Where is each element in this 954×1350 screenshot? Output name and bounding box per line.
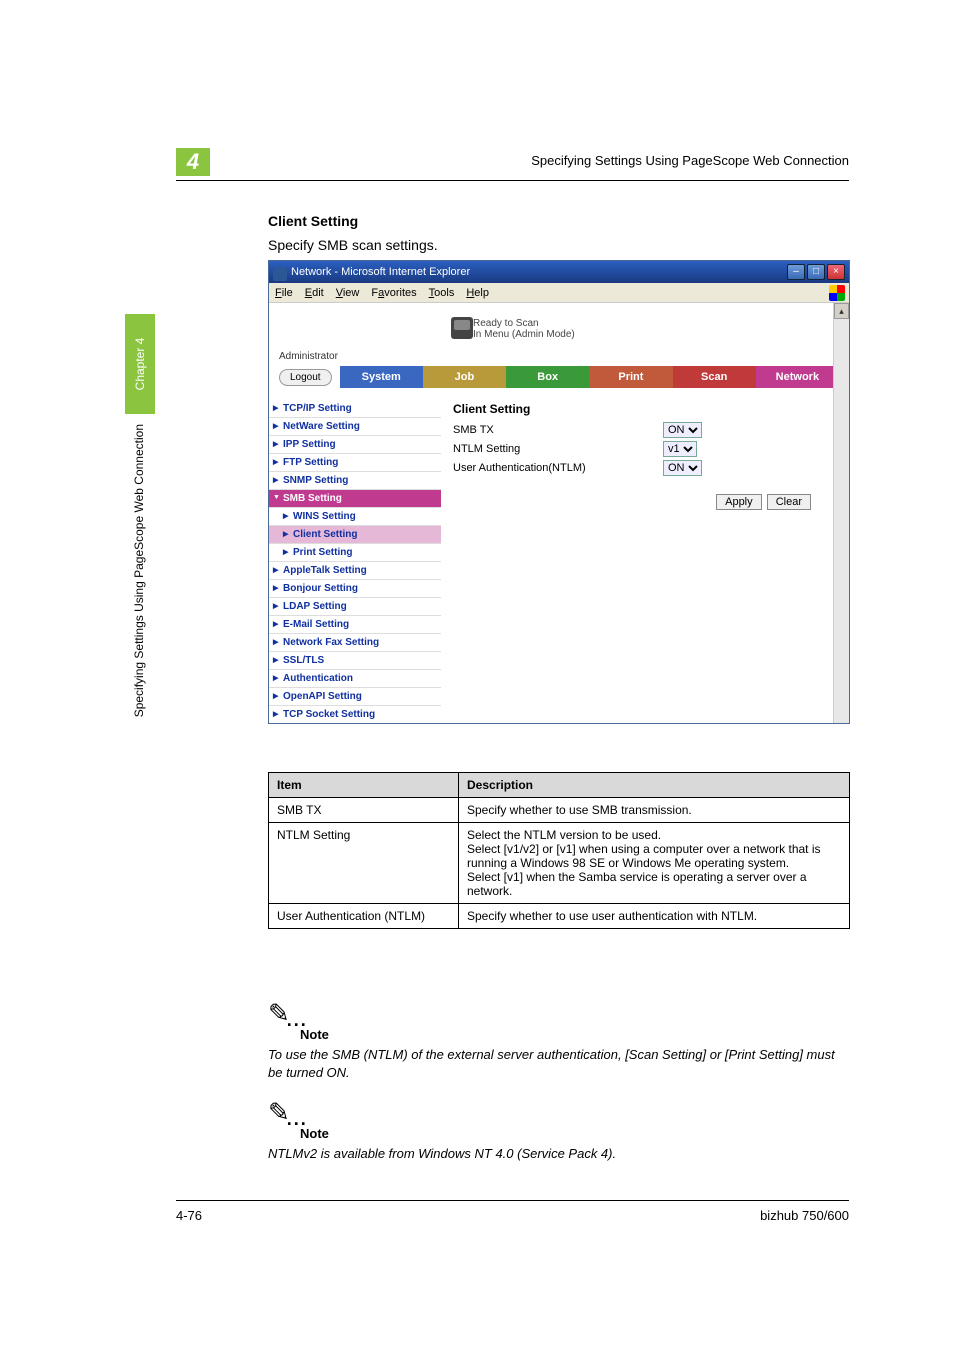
- th-desc: Description: [459, 773, 850, 798]
- sidebar-item-openapi[interactable]: OpenAPI Setting: [269, 688, 441, 706]
- close-button[interactable]: ×: [827, 264, 845, 280]
- tab-system[interactable]: System: [340, 366, 423, 388]
- sidebar-item-snmp[interactable]: SNMP Setting: [269, 472, 441, 490]
- clear-button[interactable]: Clear: [767, 494, 811, 510]
- sidebar-item-wins[interactable]: WINS Setting: [269, 508, 441, 526]
- section-title: Client Setting: [268, 213, 358, 229]
- chapter-number-box: 4: [176, 148, 210, 176]
- td-desc: Specify whether to use SMB transmission.: [459, 798, 850, 823]
- body-row: TCP/IP Setting NetWare Setting IPP Setti…: [269, 394, 833, 723]
- browser-window-title: Network - Microsoft Internet Explorer: [273, 266, 787, 278]
- td-item: NTLM Setting: [269, 823, 459, 904]
- header-title: Specifying Settings Using PageScope Web …: [531, 153, 849, 168]
- menu-tools[interactable]: Tools: [429, 287, 455, 299]
- sidebar-item-auth[interactable]: Authentication: [269, 670, 441, 688]
- side-chapter-tab: Chapter 4: [125, 314, 155, 414]
- table-row: SMB TX Specify whether to use SMB transm…: [269, 798, 850, 823]
- td-desc: Select the NTLM version to be used. Sele…: [459, 823, 850, 904]
- sidebar-item-ftp[interactable]: FTP Setting: [269, 454, 441, 472]
- button-row: Apply Clear: [453, 494, 821, 510]
- apply-button[interactable]: Apply: [716, 494, 762, 510]
- note-label: Note: [300, 1027, 850, 1042]
- note-label: Note: [300, 1126, 850, 1141]
- form-row-userauth: User Authentication(NTLM) ON: [453, 460, 821, 476]
- tab-box[interactable]: Box: [506, 366, 589, 388]
- logout-button[interactable]: Logout: [279, 369, 332, 386]
- label-ntlm: NTLM Setting: [453, 443, 663, 455]
- form-row-smbtx: SMB TX ON: [453, 422, 821, 438]
- sidebar-item-netware[interactable]: NetWare Setting: [269, 418, 441, 436]
- table-row: NTLM Setting Select the NTLM version to …: [269, 823, 850, 904]
- note-block-1: ✎... Note To use the SMB (NTLM) of the e…: [268, 999, 850, 1081]
- select-smbtx[interactable]: ON: [663, 422, 702, 438]
- form-row-ntlm: NTLM Setting v1: [453, 441, 821, 457]
- menu-edit[interactable]: Edit: [305, 287, 324, 299]
- side-section-label: Specifying Settings Using PageScope Web …: [132, 424, 146, 717]
- window-controls: – □ ×: [787, 264, 845, 280]
- description-table: Item Description SMB TX Specify whether …: [268, 772, 850, 929]
- logout-row: Logout System Job Box Print Scan Network: [269, 366, 849, 394]
- note-block-2: ✎... Note NTLMv2 is available from Windo…: [268, 1098, 850, 1163]
- label-userauth: User Authentication(NTLM): [453, 462, 663, 474]
- main-pane: Client Setting SMB TX ON NTLM Setting v1…: [441, 394, 833, 723]
- sidebar-item-appletalk[interactable]: AppleTalk Setting: [269, 562, 441, 580]
- sidebar-item-ldap[interactable]: LDAP Setting: [269, 598, 441, 616]
- menu-favorites[interactable]: Favorites: [371, 287, 416, 299]
- main-tabs: System Job Box Print Scan Network: [340, 366, 839, 388]
- browser-titlebar: Network - Microsoft Internet Explorer – …: [269, 261, 849, 283]
- sidebar-item-printsetting[interactable]: Print Setting: [269, 544, 441, 562]
- sidebar-item-tcpsocket[interactable]: TCP Socket Setting: [269, 706, 441, 723]
- side-chapter-label: Chapter 4: [133, 338, 147, 391]
- footer-rule: [176, 1200, 849, 1201]
- note-body-2: NTLMv2 is available from Windows NT 4.0 …: [268, 1145, 850, 1163]
- side-strip: Chapter 4 Specifying Settings Using Page…: [125, 314, 155, 1084]
- form-heading: Client Setting: [453, 402, 821, 416]
- windows-flag-icon: [829, 285, 845, 301]
- sidebar-item-email[interactable]: E-Mail Setting: [269, 616, 441, 634]
- device-icon: [451, 317, 473, 339]
- sidebar: TCP/IP Setting NetWare Setting IPP Setti…: [269, 394, 441, 723]
- maximize-button[interactable]: □: [807, 264, 825, 280]
- table-row: User Authentication (NTLM) Specify wheth…: [269, 904, 850, 929]
- banner-line1: Ready to Scan: [473, 318, 575, 329]
- th-item: Item: [269, 773, 459, 798]
- table-header-row: Item Description: [269, 773, 850, 798]
- label-smbtx: SMB TX: [453, 424, 663, 436]
- browser-window: Network - Microsoft Internet Explorer – …: [268, 260, 850, 724]
- tab-job[interactable]: Job: [423, 366, 506, 388]
- footer-page-number: 4-76: [176, 1208, 202, 1223]
- td-desc: Specify whether to use user authenticati…: [459, 904, 850, 929]
- footer-model: bizhub 750/600: [760, 1208, 849, 1223]
- minimize-button[interactable]: –: [787, 264, 805, 280]
- sidebar-item-client[interactable]: Client Setting: [269, 526, 441, 544]
- sidebar-item-bonjour[interactable]: Bonjour Setting: [269, 580, 441, 598]
- tab-scan[interactable]: Scan: [673, 366, 756, 388]
- browser-content: ▴ Ready to Scan In Menu (Admin Mode) Adm…: [269, 303, 849, 723]
- tab-network[interactable]: Network: [756, 366, 839, 388]
- status-banner: Ready to Scan In Menu (Admin Mode): [269, 303, 849, 355]
- select-userauth[interactable]: ON: [663, 460, 702, 476]
- note-body-1: To use the SMB (NTLM) of the external se…: [268, 1046, 850, 1081]
- select-ntlm[interactable]: v1: [663, 441, 697, 457]
- tab-print[interactable]: Print: [589, 366, 672, 388]
- browser-menubar: File Edit View Favorites Tools Help: [269, 283, 849, 303]
- section-subtitle: Specify SMB scan settings.: [268, 237, 438, 253]
- menu-help[interactable]: Help: [466, 287, 489, 299]
- sidebar-item-networkfax[interactable]: Network Fax Setting: [269, 634, 441, 652]
- sidebar-item-ssltls[interactable]: SSL/TLS: [269, 652, 441, 670]
- td-item: User Authentication (NTLM): [269, 904, 459, 929]
- sidebar-item-ipp[interactable]: IPP Setting: [269, 436, 441, 454]
- menu-file[interactable]: File: [275, 287, 293, 299]
- scrollbar[interactable]: ▴: [833, 303, 849, 723]
- header-rule: [176, 180, 849, 181]
- menu-view[interactable]: View: [336, 287, 360, 299]
- banner-line2: In Menu (Admin Mode): [473, 329, 575, 340]
- sidebar-item-smb[interactable]: SMB Setting: [269, 490, 441, 508]
- sidebar-item-tcpip[interactable]: TCP/IP Setting: [269, 400, 441, 418]
- td-item: SMB TX: [269, 798, 459, 823]
